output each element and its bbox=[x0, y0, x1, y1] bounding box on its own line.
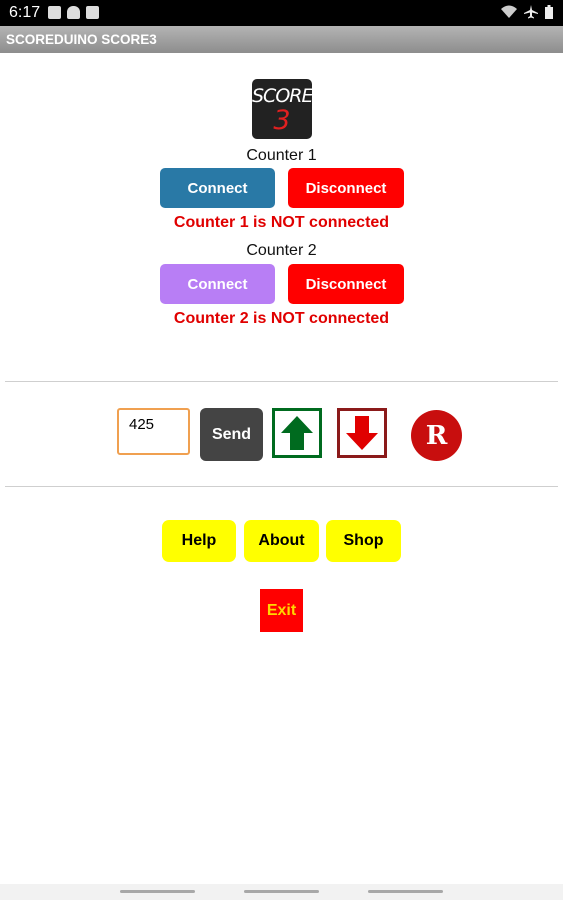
decrement-button[interactable] bbox=[337, 408, 387, 458]
app-bar: SCOREDUINO SCORE3 bbox=[0, 26, 563, 53]
arrow-down-icon bbox=[346, 416, 378, 450]
about-button[interactable]: About bbox=[244, 520, 319, 562]
arrow-up-icon bbox=[281, 416, 313, 450]
increment-button[interactable] bbox=[272, 408, 322, 458]
nav-recents[interactable] bbox=[368, 890, 443, 893]
logo-number: 3 bbox=[273, 105, 291, 136]
send-button[interactable]: Send bbox=[200, 408, 263, 461]
counter1-connect-button[interactable]: Connect bbox=[160, 168, 275, 208]
nav-home[interactable] bbox=[244, 890, 319, 893]
counter2-disconnect-button[interactable]: Disconnect bbox=[288, 264, 404, 304]
shop-button[interactable]: Shop bbox=[326, 520, 401, 562]
reset-button[interactable]: R bbox=[411, 410, 462, 461]
counter2-label: Counter 2 bbox=[246, 242, 317, 259]
status-bar: 6:17 bbox=[0, 0, 563, 26]
exit-button[interactable]: Exit bbox=[260, 589, 303, 632]
counter2-connect-button[interactable]: Connect bbox=[160, 264, 275, 304]
android-icon bbox=[67, 6, 80, 19]
help-button[interactable]: Help bbox=[162, 520, 236, 562]
status-time: 6:17 bbox=[9, 4, 41, 21]
divider-bottom bbox=[5, 486, 558, 487]
image-icon bbox=[48, 6, 61, 19]
score-value-input[interactable]: 425 bbox=[117, 408, 190, 455]
counter1-status: Counter 1 is NOT connected bbox=[173, 214, 390, 231]
wifi-icon bbox=[501, 5, 517, 18]
counter2-status: Counter 2 is NOT connected bbox=[173, 310, 390, 327]
score3-logo: SCORE 3 bbox=[252, 79, 312, 139]
navigation-bar bbox=[0, 884, 563, 900]
checkbox-icon bbox=[86, 6, 99, 19]
counter1-label: Counter 1 bbox=[246, 147, 317, 164]
logo-text: SCORE bbox=[252, 85, 312, 107]
notification-icons bbox=[48, 6, 99, 19]
nav-back[interactable] bbox=[120, 890, 195, 893]
divider-top bbox=[5, 381, 558, 382]
battery-icon bbox=[545, 5, 553, 19]
app-title: SCOREDUINO SCORE3 bbox=[6, 32, 157, 47]
airplane-icon bbox=[524, 5, 538, 19]
counter1-disconnect-button[interactable]: Disconnect bbox=[288, 168, 404, 208]
system-icons bbox=[501, 5, 553, 19]
